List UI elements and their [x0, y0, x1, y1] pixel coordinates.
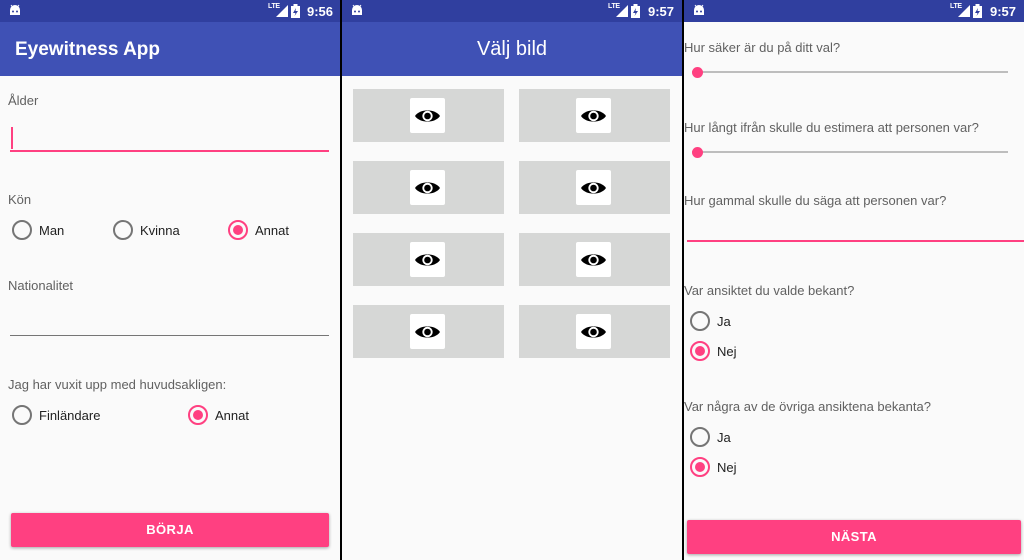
estimated-age-input[interactable]	[687, 212, 1024, 244]
gender-radio-annat[interactable]: Annat	[228, 220, 289, 240]
age-question: Hur gammal skulle du säga att personen v…	[684, 193, 947, 208]
radio-circle-selected	[188, 405, 208, 425]
slider-track	[692, 151, 1008, 153]
others-radio-ja[interactable]: Ja	[690, 427, 731, 447]
distance-slider[interactable]	[692, 142, 1010, 162]
gender-radio-man[interactable]: Man	[12, 220, 64, 240]
clock: 9:57	[990, 4, 1017, 19]
questions-screen: LTE 9:57 Hur säker är du på ditt val? Hu…	[684, 0, 1024, 560]
eye-icon	[410, 314, 445, 349]
battery-icon	[291, 4, 300, 18]
radio-label: Ja	[717, 429, 731, 445]
page-title: Välj bild	[476, 38, 548, 60]
eye-icon	[576, 98, 611, 133]
image-tile[interactable]	[353, 305, 504, 358]
nationality-label: Nationalitet	[8, 278, 74, 293]
radio-circle	[12, 405, 32, 425]
image-tile[interactable]	[519, 305, 670, 358]
radio-circle	[113, 220, 133, 240]
signal-icon	[276, 5, 288, 17]
nationality-input[interactable]	[10, 306, 330, 338]
eye-icon	[576, 170, 611, 205]
next-button[interactable]: NÄSTA	[687, 520, 1021, 554]
distance-question: Hur långt ifrån skulle du estimera att p…	[684, 120, 979, 135]
upbringing-radio-finlandare[interactable]: Finländare	[12, 405, 100, 425]
radio-circle-selected	[228, 220, 248, 240]
signal-icon	[958, 5, 970, 17]
radio-label: Ja	[717, 313, 731, 329]
image-tile[interactable]	[519, 233, 670, 286]
signal-icon	[616, 5, 628, 17]
image-tile[interactable]	[353, 89, 504, 142]
radio-circle-selected	[690, 341, 710, 361]
clock: 9:56	[307, 4, 334, 19]
radio-label: Nej	[717, 459, 737, 475]
others-radio-nej[interactable]: Nej	[690, 457, 737, 477]
radio-circle	[690, 311, 710, 331]
android-notification-icon	[10, 4, 20, 15]
image-tile[interactable]	[519, 161, 670, 214]
age-input[interactable]	[10, 120, 330, 154]
slider-thumb[interactable]	[692, 67, 703, 78]
slider-thumb[interactable]	[692, 147, 703, 158]
eye-icon	[410, 170, 445, 205]
familiar-radio-nej[interactable]: Nej	[690, 341, 737, 361]
gender-radio-kvinna[interactable]: Kvinna	[113, 220, 180, 240]
radio-label: Annat	[215, 407, 249, 423]
battery-icon	[631, 4, 640, 18]
others-familiar-question: Var några av de övriga ansiktena bekanta…	[684, 399, 931, 414]
radio-label: Kvinna	[140, 222, 180, 238]
age-input-underline	[687, 240, 1024, 242]
confidence-slider[interactable]	[692, 62, 1010, 82]
gender-label: Kön	[8, 192, 32, 207]
android-notification-icon	[352, 4, 362, 15]
app-title: Eyewitness App	[15, 39, 161, 60]
radio-label: Finländare	[39, 407, 101, 423]
choose-image-screen: LTE 9:57 Välj bild	[342, 0, 682, 560]
eye-icon	[576, 242, 611, 277]
eye-icon	[576, 314, 611, 349]
start-button[interactable]: BÖRJA	[11, 513, 329, 547]
radio-circle	[690, 427, 710, 447]
eye-icon	[410, 98, 445, 133]
battery-icon	[973, 4, 982, 18]
android-notification-icon	[694, 4, 704, 15]
radio-label: Annat	[255, 222, 289, 238]
app-bar: Välj bild	[342, 22, 682, 76]
slider-track	[692, 71, 1008, 73]
age-input-underline	[10, 150, 329, 152]
radio-label: Nej	[717, 343, 737, 359]
radio-circle	[12, 220, 32, 240]
familiar-question: Var ansiktet du valde bekant?	[684, 283, 855, 298]
image-tile[interactable]	[353, 161, 504, 214]
image-tile[interactable]	[519, 89, 670, 142]
status-bar: LTE 9:57	[684, 0, 1024, 22]
radio-circle-selected	[690, 457, 710, 477]
text-cursor	[11, 127, 13, 149]
image-tile[interactable]	[353, 233, 504, 286]
clock: 9:57	[648, 4, 675, 19]
familiar-radio-ja[interactable]: Ja	[690, 311, 731, 331]
registration-screen: LTE 9:56 Eyewitness App Ålder Kön Man Kv…	[0, 0, 340, 560]
upbringing-label: Jag har vuxit upp med huvudsakligen:	[8, 377, 227, 392]
app-bar: Eyewitness App	[0, 22, 340, 76]
nationality-input-underline	[10, 335, 329, 336]
status-bar: LTE 9:57	[342, 0, 682, 22]
radio-label: Man	[39, 222, 65, 238]
confidence-question: Hur säker är du på ditt val?	[684, 40, 841, 55]
eye-icon	[410, 242, 445, 277]
upbringing-radio-annat[interactable]: Annat	[188, 405, 249, 425]
age-label: Ålder	[8, 93, 39, 108]
status-bar: LTE 9:56	[0, 0, 340, 22]
